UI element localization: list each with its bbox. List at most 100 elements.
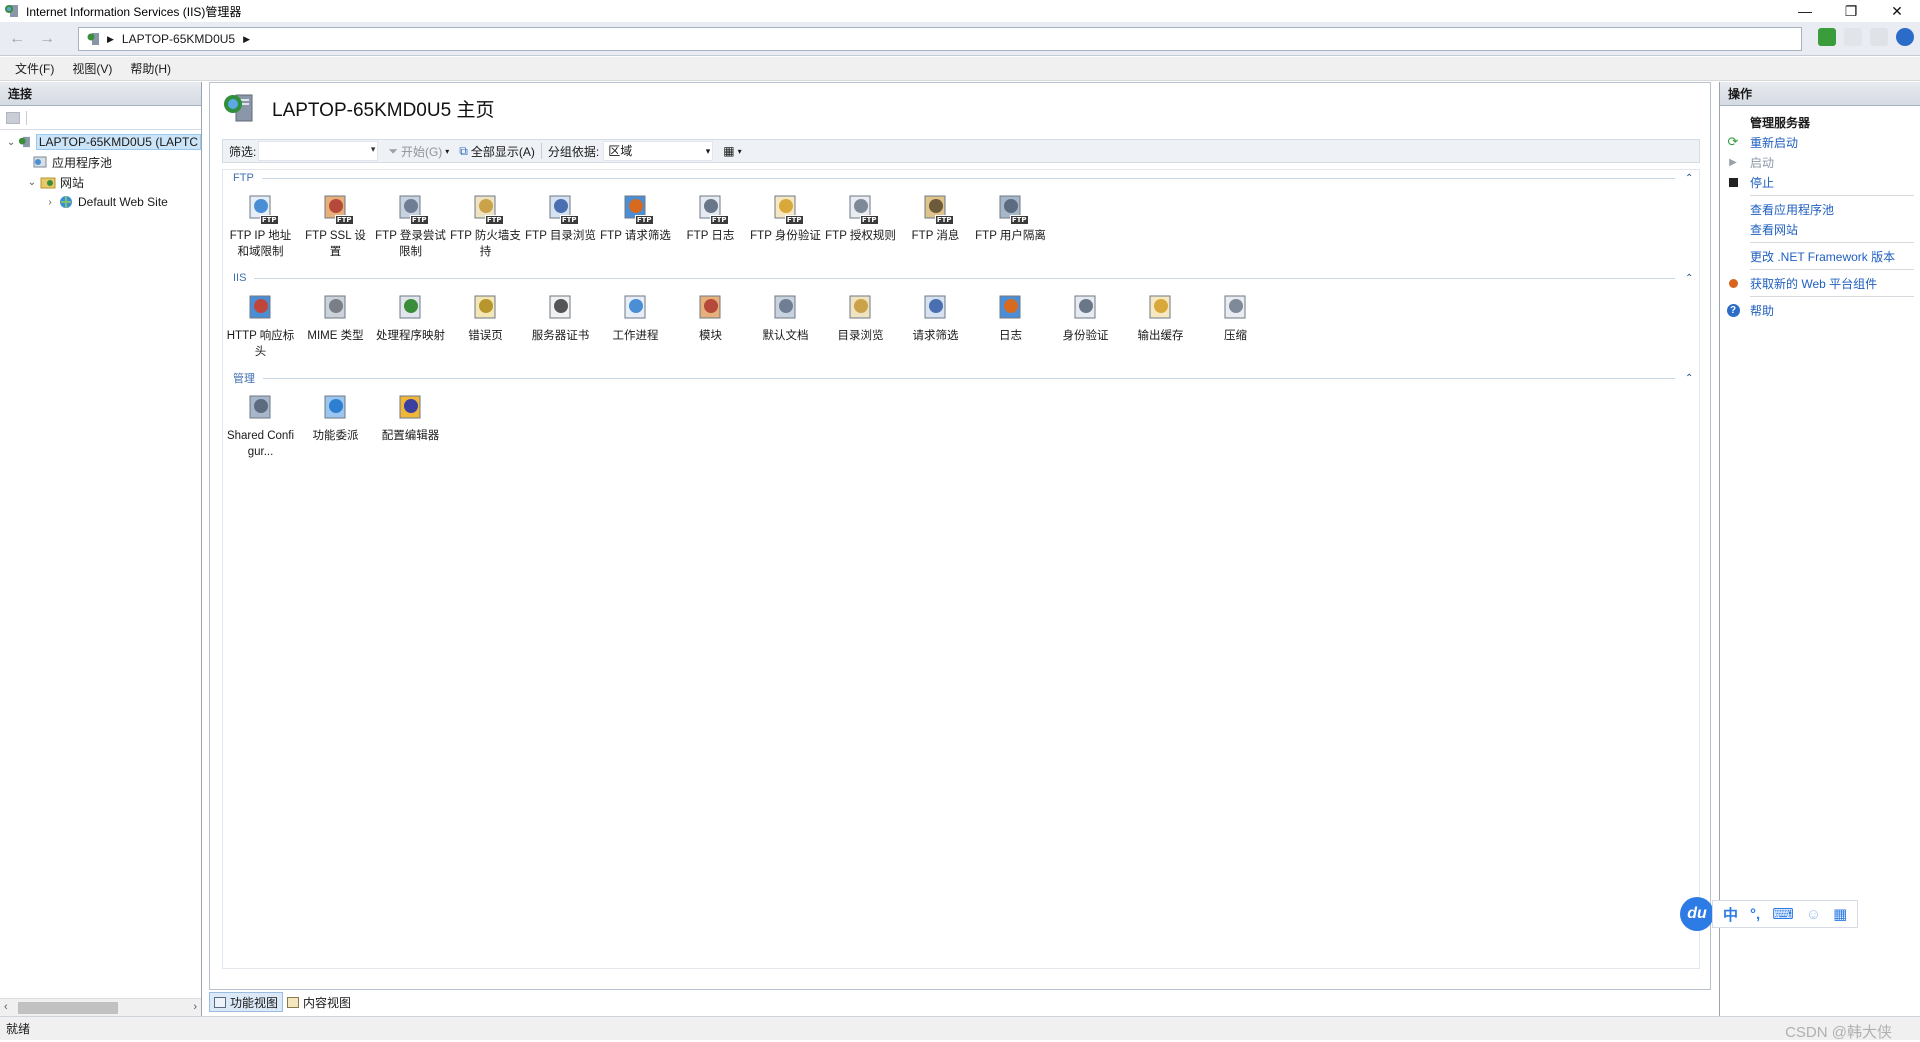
menu-help[interactable]: 帮助(H) (121, 60, 180, 77)
go-icon[interactable] (1818, 28, 1836, 46)
feature-icon: FTP (245, 192, 279, 225)
ftp-feature-9[interactable]: FTP FTP 消息 (898, 186, 973, 270)
tree-node-sites[interactable]: ⌄ 网站 (0, 172, 201, 192)
feature-icon (770, 292, 802, 324)
chevron-right-icon[interactable]: ▶ (107, 34, 114, 45)
ftp-feature-4[interactable]: FTP FTP 目录浏览 (523, 186, 598, 270)
feature-icon (995, 292, 1027, 324)
mgmt-feature-0[interactable]: Shared Configur... (223, 386, 298, 470)
start-filter-button[interactable]: ⏷ 开始(G) ▾ (388, 143, 449, 160)
change-net-action[interactable]: 更改 .NET Framework 版本 (1720, 246, 1920, 266)
home-icon[interactable] (1870, 28, 1888, 46)
view-tabs: 功能视图 内容视图 (209, 991, 355, 1013)
web-platform-icon (1726, 276, 1740, 290)
collapse-icon[interactable]: ⌄ (6, 137, 16, 148)
group-header-management: 管理 (233, 373, 255, 385)
back-button[interactable]: ← (4, 26, 30, 52)
feature-icon (245, 292, 277, 324)
feature-icon (470, 292, 502, 324)
iis-feature-5[interactable]: 工作进程 (598, 286, 673, 370)
group-by-select[interactable]: 区域 (603, 141, 714, 161)
view-app-pools-action[interactable]: 查看应用程序池 (1720, 199, 1920, 219)
iis-feature-11[interactable]: 身份验证 (1048, 286, 1123, 370)
view-sites-action[interactable]: 查看网站 (1720, 219, 1920, 239)
scroll-left-icon[interactable]: ‹ (4, 1001, 8, 1013)
tab-content-view[interactable]: 内容视图 (283, 992, 355, 1012)
restart-action[interactable]: ⟳ 重新启动 (1720, 132, 1920, 152)
ftp-feature-3[interactable]: FTP FTP 防火墙支持 (448, 186, 523, 270)
ftp-feature-0[interactable]: FTP FTP IP 地址和域限制 (223, 186, 298, 270)
restore-button[interactable]: ❐ (1828, 0, 1874, 22)
ime-punctuation-toggle[interactable]: °, (1750, 906, 1760, 923)
menu-file[interactable]: 文件(F) (6, 60, 63, 77)
expand-icon[interactable]: › (44, 197, 56, 208)
stop-icon[interactable] (1844, 28, 1862, 46)
minimize-button[interactable]: — (1782, 0, 1828, 22)
horizontal-scrollbar[interactable]: ‹ › (0, 998, 201, 1016)
forward-button[interactable]: → (34, 26, 60, 52)
server-icon (19, 136, 31, 148)
ftp-feature-10[interactable]: FTP FTP 用户隔离 (973, 186, 1048, 270)
ime-logo[interactable]: du (1680, 897, 1714, 931)
iis-feature-9[interactable]: 请求筛选 (898, 286, 973, 370)
address-segment[interactable]: LAPTOP-65KMD0U5 (122, 32, 235, 46)
ftp-feature-2[interactable]: FTP FTP 登录尝试限制 (373, 186, 448, 270)
feature-label: 身份验证 (1062, 330, 1109, 342)
scroll-right-icon[interactable]: › (193, 1001, 197, 1013)
tab-features-view[interactable]: 功能视图 (209, 992, 284, 1012)
close-button[interactable]: ✕ (1874, 0, 1920, 22)
chevron-right-icon[interactable]: ▶ (243, 34, 250, 45)
iis-feature-0[interactable]: HTTP 响应标头 (223, 286, 298, 370)
iis-feature-3[interactable]: 错误页 (448, 286, 523, 370)
globe-icon (60, 196, 72, 208)
iis-feature-6[interactable]: 模块 (673, 286, 748, 370)
stop-action[interactable]: 停止 (1720, 172, 1920, 192)
get-web-platform-action[interactable]: 获取新的 Web 平台组件 (1720, 273, 1920, 293)
start-action[interactable]: ▶ 启动 (1720, 152, 1920, 172)
feature-icon (245, 392, 277, 424)
tree-node-default-web-site[interactable]: › Default Web Site (0, 192, 201, 212)
feature-label: 日志 (999, 330, 1022, 342)
ftp-feature-1[interactable]: FTP FTP SSL 设置 (298, 186, 373, 270)
collapse-group-icon[interactable]: ⌃ (1685, 273, 1699, 284)
collapse-group-icon[interactable]: ⌃ (1685, 373, 1699, 384)
feature-label: FTP 消息 (911, 230, 960, 242)
feature-icon: FTP (770, 192, 804, 225)
iis-feature-10[interactable]: 日志 (973, 286, 1048, 370)
chevron-down-icon[interactable]: ▾ (445, 147, 449, 156)
ftp-feature-8[interactable]: FTP FTP 授权规则 (823, 186, 898, 270)
filter-input[interactable] (258, 141, 379, 161)
feature-label: 压缩 (1224, 330, 1247, 342)
feature-label: 错误页 (468, 330, 503, 342)
mgmt-feature-1[interactable]: 功能委派 (298, 386, 373, 470)
iis-feature-2[interactable]: 处理程序映射 (373, 286, 448, 370)
scroll-thumb[interactable] (18, 1002, 118, 1014)
ime-user-icon[interactable]: ☺ (1806, 906, 1821, 923)
ime-grid-icon[interactable]: ▦ (1833, 905, 1847, 923)
iis-feature-13[interactable]: 压缩 (1198, 286, 1273, 370)
address-field[interactable]: ▶ LAPTOP-65KMD0U5 ▶ (78, 27, 1802, 51)
view-mode-button[interactable]: ▦ ▾ (723, 144, 741, 158)
collapse-group-icon[interactable]: ⌃ (1685, 173, 1699, 184)
ftp-feature-5[interactable]: FTP FTP 请求筛选 (598, 186, 673, 270)
menu-view[interactable]: 视图(V) (63, 60, 121, 77)
tree-node-server[interactable]: ⌄ LAPTOP-65KMD0U5 (LAPTC (0, 132, 201, 152)
connect-icon[interactable] (6, 111, 20, 124)
ftp-feature-6[interactable]: FTP FTP 日志 (673, 186, 748, 270)
iis-feature-8[interactable]: 目录浏览 (823, 286, 898, 370)
collapse-icon[interactable]: ⌄ (26, 177, 38, 188)
iis-feature-7[interactable]: 默认文档 (748, 286, 823, 370)
mgmt-feature-2[interactable]: 配置编辑器 (373, 386, 448, 470)
ime-mode-toggle[interactable]: 中 (1723, 904, 1738, 925)
iis-feature-12[interactable]: 输出缓存 (1123, 286, 1198, 370)
iis-feature-1[interactable]: MIME 类型 (298, 286, 373, 370)
ftp-feature-7[interactable]: FTP FTP 身份验证 (748, 186, 823, 270)
tree-node-app-pools[interactable]: 应用程序池 (0, 152, 201, 172)
ime-keyboard-icon[interactable]: ⌨ (1772, 905, 1794, 923)
feature-label: MIME 类型 (307, 330, 364, 342)
help-action[interactable]: ? 帮助 (1720, 300, 1920, 320)
window-title: Internet Information Services (IIS)管理器 (26, 4, 242, 19)
help-dropdown-icon[interactable] (1896, 28, 1914, 46)
iis-feature-4[interactable]: 服务器证书 (523, 286, 598, 370)
show-all-button[interactable]: ⧉ 全部显示(A) (459, 143, 535, 160)
